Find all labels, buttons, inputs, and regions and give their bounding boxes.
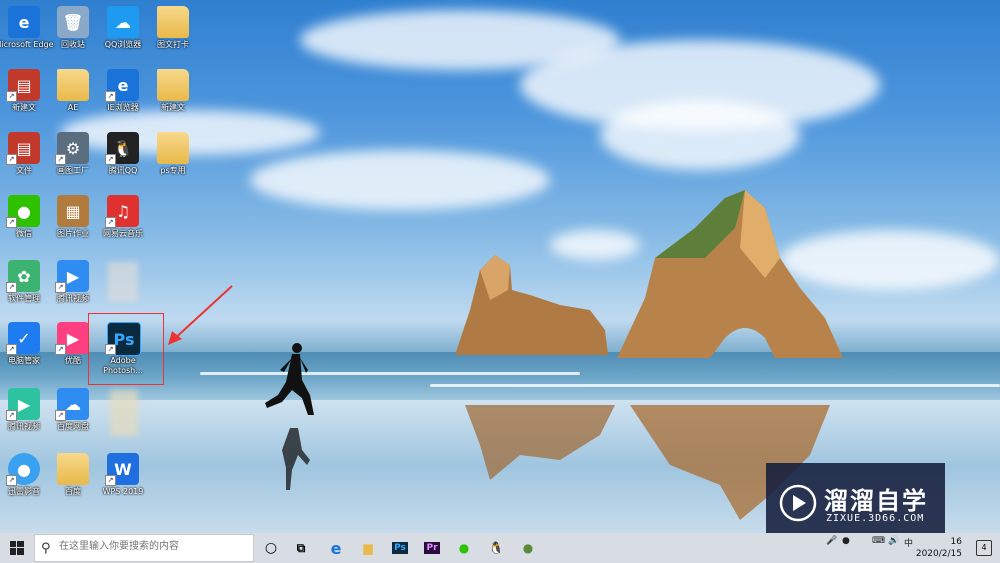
taskbar-app-other[interactable]: ●	[515, 536, 541, 560]
system-clock[interactable]: 16 2020/2/15	[916, 536, 962, 560]
shortcut-arrow-icon: ↗	[6, 91, 17, 102]
runner-silhouette	[265, 343, 314, 490]
taskbar-app-edge[interactable]: e	[323, 536, 349, 560]
desktop-icon-video[interactable]: ▶ ↗ 腾讯视频	[42, 258, 104, 320]
edge-icon: e	[330, 538, 342, 558]
highlight-box	[88, 313, 164, 385]
icon-label: 图文打卡	[157, 40, 189, 49]
cortana-circle-icon: ○	[264, 540, 278, 556]
input-method-icon[interactable]: 中	[904, 536, 913, 549]
shortcut-arrow-icon: ↗	[105, 154, 116, 165]
speaker-icon[interactable]: 🔊	[888, 536, 899, 546]
notification-center-button[interactable]: 4	[976, 540, 992, 556]
tray-app-icon[interactable]: ●	[842, 536, 850, 546]
shortcut-arrow-icon: ↗	[6, 344, 17, 355]
taskbar-search-box[interactable]: ⚲	[34, 534, 254, 562]
icon-label: 百度网盘	[57, 422, 89, 431]
blurred-icon	[110, 390, 138, 436]
shortcut-arrow-icon: ↗	[6, 282, 17, 293]
recycle-bin-icon: 🗑	[57, 6, 89, 38]
shortcut-arrow-icon: ↗	[6, 475, 17, 486]
shortcut-arrow-icon: ↗	[6, 217, 17, 228]
cloud	[250, 150, 550, 210]
shortcut-arrow-icon: ↗	[105, 475, 116, 486]
desktop-icon-folder[interactable]: 图文打卡	[142, 4, 204, 66]
wechat-icon: ●	[458, 541, 470, 555]
watermark-logo-icon	[779, 484, 817, 522]
taskbar-app-wechat[interactable]: ●	[451, 536, 477, 560]
folder-icon: ▆	[363, 541, 373, 555]
task-view-icon: ⧉	[296, 540, 306, 555]
desktop-icon-baidu-netdisk[interactable]: ☁ ↗ 百度网盘	[42, 386, 104, 448]
desktop-icon-wps[interactable]: W ↗ WPS 2019	[92, 451, 154, 513]
folder-icon	[157, 6, 189, 38]
search-icon: ⚲	[41, 541, 51, 556]
premiere-icon: Pr	[424, 542, 440, 554]
watermark-title: 溜溜自学	[824, 487, 928, 515]
qq-browser-icon: ☁	[107, 6, 139, 38]
search-input[interactable]	[57, 540, 251, 553]
folder-icon	[157, 132, 189, 164]
red-arrow-annotation	[168, 285, 233, 345]
microphone-icon[interactable]: 🎤	[826, 536, 837, 546]
taskbar-app-qq[interactable]: 🐧	[483, 536, 509, 560]
small-rock-arch	[455, 255, 608, 355]
large-rock-arch	[617, 190, 843, 358]
icon-label: ps专用	[160, 166, 186, 175]
folder-icon	[157, 69, 189, 101]
shortcut-arrow-icon: ↗	[55, 410, 66, 421]
shortcut-arrow-icon: ↗	[55, 154, 66, 165]
wave	[200, 372, 580, 375]
notification-count: 4	[981, 543, 987, 552]
desktop-icon-folder[interactable]: ps专用	[142, 130, 204, 192]
app-icon: ●	[522, 541, 534, 555]
image-folder-icon: ▦	[57, 195, 89, 227]
rock-reflection	[465, 405, 615, 480]
clock-time: 16	[950, 537, 962, 547]
desktop-icon-folder[interactable]: 新建文	[142, 67, 204, 129]
keyboard-icon[interactable]: ⌨	[872, 536, 885, 546]
start-button[interactable]	[0, 533, 34, 563]
clock-date: 2020/2/15	[915, 549, 962, 559]
task-view-button[interactable]: ⧉	[288, 536, 314, 560]
icon-label: 腾讯视频	[57, 294, 89, 303]
shortcut-arrow-icon: ↗	[105, 91, 116, 102]
cloud	[600, 100, 800, 170]
blurred-icon	[108, 262, 138, 302]
wave	[430, 384, 1000, 387]
shortcut-arrow-icon: ↗	[55, 282, 66, 293]
desktop-icon-netease-music[interactable]: ♫ ↗ 网易云音乐	[92, 193, 154, 255]
icon-label: 网易云音乐	[103, 229, 143, 238]
shortcut-arrow-icon: ↗	[6, 410, 17, 421]
cortana-button[interactable]: ○	[258, 536, 284, 560]
icon-label: 新建文	[161, 103, 185, 112]
watermark-subtitle: ZIXUE.3D66.COM	[826, 513, 925, 524]
qq-penguin-icon: 🐧	[488, 541, 504, 555]
shortcut-arrow-icon: ↗	[105, 217, 116, 228]
shortcut-arrow-icon: ↗	[6, 154, 17, 165]
windows-logo-icon	[10, 541, 24, 555]
taskbar-app-explorer[interactable]: ▆	[355, 536, 381, 560]
taskbar-app-photoshop[interactable]: Ps	[387, 536, 413, 560]
photoshop-icon: Ps	[392, 542, 408, 554]
taskbar-app-premiere[interactable]: Pr	[419, 536, 445, 560]
shortcut-arrow-icon: ↗	[55, 344, 66, 355]
taskbar: ⚲ ○ ⧉ e ▆ Ps Pr ● 🐧 ● 🎤 ● ⌨ 🔊 中 16 2020/…	[0, 533, 1000, 563]
folder-icon	[57, 69, 89, 101]
folder-icon	[57, 453, 89, 485]
icon-label: WPS 2019	[102, 487, 144, 496]
edge-icon: e	[8, 6, 40, 38]
